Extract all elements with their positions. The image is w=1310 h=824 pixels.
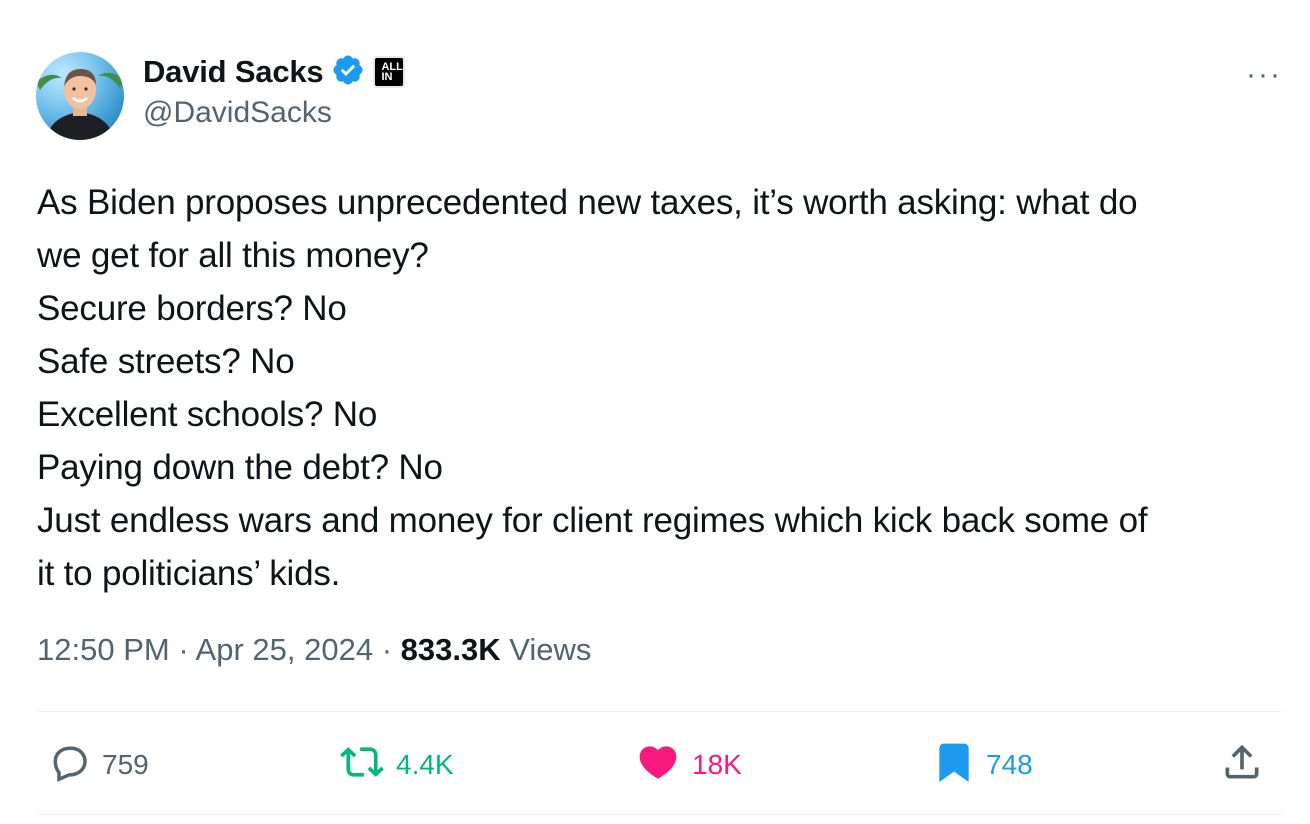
affiliation-badge-line-2: IN — [381, 71, 393, 83]
bookmark-icon — [932, 739, 976, 792]
share-button[interactable] — [1220, 740, 1264, 790]
repost-arrows-icon — [338, 740, 386, 791]
divider — [37, 814, 1282, 815]
tweet-line: Excellent schools? No — [37, 395, 378, 434]
verified-check-icon — [331, 53, 365, 92]
reply-count: 759 — [102, 749, 149, 780]
views-count[interactable]: 833.3K — [401, 632, 501, 667]
tweet-line: Safe streets? No — [37, 342, 295, 381]
more-options-icon[interactable]: ··· — [1246, 58, 1282, 92]
affiliation-badge[interactable]: ALL IN — [373, 56, 406, 88]
tweet-line: Paying down the debt? No — [37, 448, 443, 487]
speech-bubble-icon — [48, 740, 92, 791]
author-name-row: David Sacks ALL IN — [143, 52, 406, 92]
tweet-card: David Sacks ALL IN @DavidSacks ··· As Bi… — [0, 0, 1310, 824]
action-bar: 759 4.4K 18K 748 — [0, 740, 1310, 790]
avatar-image — [36, 68, 124, 140]
meta-separator: · — [169, 632, 196, 667]
repost-count: 4.4K — [396, 749, 454, 780]
tweet-meta: 12:50 PM · Apr 25, 2024 · 833.3K Views — [37, 632, 591, 668]
user-handle[interactable]: @DavidSacks — [143, 96, 332, 130]
bookmark-button[interactable]: 748 — [932, 740, 1033, 790]
timestamp-date[interactable]: Apr 25, 2024 — [196, 632, 374, 667]
tweet-line: we get for all this money? — [37, 236, 429, 275]
tweet-text: As Biden proposes unprecedented new taxe… — [37, 176, 1287, 600]
meta-separator: · — [373, 632, 401, 667]
tweet-line: it to politicians’ kids. — [37, 554, 341, 593]
reply-button[interactable]: 759 — [48, 740, 149, 790]
tweet-line: As Biden proposes unprecedented new taxe… — [37, 183, 1138, 222]
bookmark-count: 748 — [986, 749, 1033, 780]
avatar[interactable] — [36, 52, 124, 140]
display-name[interactable]: David Sacks — [143, 54, 324, 90]
tweet-line: Secure borders? No — [37, 289, 347, 328]
like-count: 18K — [692, 749, 742, 780]
share-upload-icon — [1220, 740, 1264, 791]
views-label: Views — [500, 632, 592, 667]
like-button[interactable]: 18K — [634, 740, 742, 790]
heart-icon — [634, 740, 682, 791]
timestamp-time[interactable]: 12:50 PM — [37, 632, 170, 667]
tweet-line: Just endless wars and money for client r… — [37, 501, 1148, 540]
divider — [37, 711, 1282, 712]
repost-button[interactable]: 4.4K — [338, 740, 454, 790]
